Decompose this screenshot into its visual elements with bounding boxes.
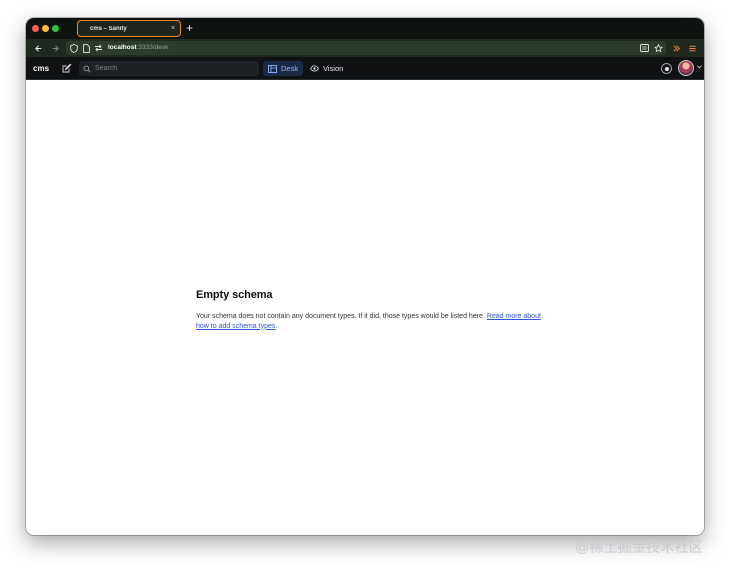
status-dot-icon [664,66,669,71]
compose-icon [62,63,72,73]
empty-schema-description: Your schema does not contain any documen… [196,312,541,331]
url-bar[interactable]: localhost:3333/desk [66,41,666,55]
tab-bar: cms – Sanity × + [26,18,704,39]
new-tab-button[interactable]: + [186,21,193,35]
arrow-right-icon [52,44,59,52]
arrow-left-icon [34,44,41,52]
watermark: @稀土掘金技术社区 [575,539,704,555]
brand-logo[interactable]: cms [33,64,49,73]
tab-close-icon[interactable]: × [171,25,175,32]
bookmark-star-icon[interactable] [653,43,663,53]
search-box[interactable] [79,61,259,76]
main-content: Empty schema Your schema does not contai… [26,80,704,535]
close-window-button[interactable] [32,25,39,32]
shield-icon[interactable] [69,43,79,53]
chevron-down-icon[interactable] [696,64,702,70]
minimize-window-button[interactable] [42,25,49,32]
description-suffix: . [275,322,278,330]
desk-icon [268,64,277,73]
extensions-overflow-icon[interactable] [670,42,682,54]
tool-desk-label: Desk [281,64,299,73]
tool-desk[interactable]: Desk [263,61,304,76]
tab-title: cms – Sanity [90,25,127,32]
browser-tab[interactable]: cms – Sanity × [77,20,181,37]
url-text: localhost:3333/desk [108,44,168,51]
url-path: :3333/desk [136,44,169,51]
page-icon[interactable] [81,43,91,53]
page-title: Empty schema [196,289,273,301]
browser-window: cms – Sanity × + localhost:3333/desk cms… [26,18,704,535]
user-avatar[interactable] [678,60,694,76]
eye-icon [310,65,319,72]
back-button[interactable] [32,42,44,54]
search-icon [83,65,91,73]
menu-icon[interactable] [686,42,698,54]
empty-schema-message: Empty schema Your schema does not contai… [196,289,541,331]
search-input[interactable] [95,65,245,72]
tool-vision[interactable]: Vision [305,61,348,76]
reader-view-icon[interactable] [639,43,649,53]
stage: cms – Sanity × + localhost:3333/desk cms… [0,0,730,570]
compose-button[interactable] [61,62,73,74]
permissions-icon[interactable] [93,43,103,53]
zoom-window-button[interactable] [52,25,59,32]
navigation-bar: localhost:3333/desk [26,39,704,57]
forward-button[interactable] [49,42,61,54]
presence-status-button[interactable] [661,63,672,74]
description-text: Your schema does not contain any documen… [196,313,487,320]
studio-navbar: cms Desk Vision [26,57,704,80]
tool-vision-label: Vision [323,64,344,73]
url-host: localhost [108,44,137,51]
